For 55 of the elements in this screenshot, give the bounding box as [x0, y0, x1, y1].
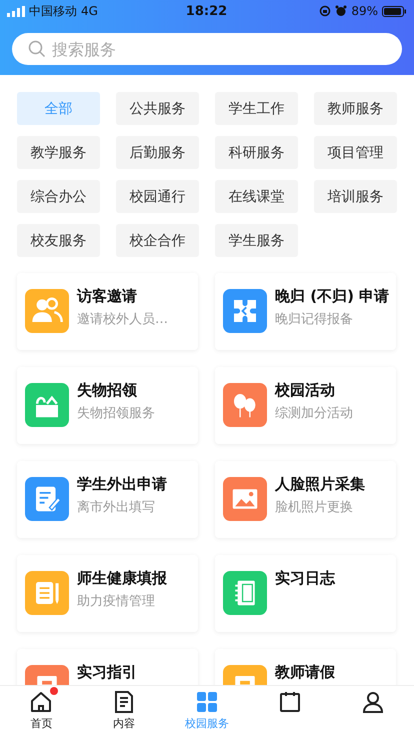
rotation-lock-icon: [319, 5, 332, 17]
category-chip[interactable]: 公共服务: [116, 92, 199, 125]
service-card[interactable]: 人脸照片采集 脸机照片更换: [215, 461, 396, 538]
category-chip[interactable]: 在线课堂: [215, 180, 298, 213]
category-chip[interactable]: 教学服务: [17, 136, 100, 169]
service-card[interactable]: 实习日志: [215, 555, 396, 632]
category-chip[interactable]: 科研服务: [215, 136, 298, 169]
service-title: 实习指引: [77, 663, 137, 682]
network-text: 4G: [81, 4, 98, 18]
service-title: 失物招领: [77, 381, 138, 400]
search-field[interactable]: 搜索服务: [12, 33, 402, 65]
search-icon: [28, 40, 46, 58]
calendar-icon: [278, 690, 302, 714]
category-chip[interactable]: 后勤服务: [116, 136, 199, 169]
category-chip[interactable]: 综合办公: [17, 180, 100, 213]
category-chip[interactable]: 校园通行: [116, 180, 199, 213]
category-chip[interactable]: 培训服务: [314, 180, 397, 213]
service-subtitle: 晚归记得报备: [275, 311, 354, 328]
category-chip[interactable]: 校企合作: [116, 224, 199, 257]
battery-icon: [382, 6, 406, 16]
category-chip[interactable]: 学生工作: [215, 92, 298, 125]
service-subtitle: 助力疫情管理: [77, 593, 156, 610]
category-chip[interactable]: 教师服务: [314, 92, 397, 125]
service-title: 实习日志: [275, 569, 335, 588]
category-chip[interactable]: 学生服务: [215, 224, 298, 257]
battery-text: 89%: [351, 4, 378, 18]
person-icon: [360, 690, 385, 714]
service-subtitle: 邀请校外人员…: [77, 311, 168, 328]
tab-item[interactable]: 首页: [0, 686, 83, 736]
tab-item[interactable]: 内容: [82, 686, 166, 736]
service-card[interactable]: 校园活动 综测加分活动: [215, 367, 396, 444]
service-title: 教师请假: [275, 663, 335, 682]
clock-text: 18:22: [186, 4, 228, 18]
service-title: 师生健康填报: [77, 569, 167, 588]
service-card[interactable]: 失物招领 失物招领服务: [17, 367, 198, 444]
service-card[interactable]: 学生外出申请 离市外出填写: [17, 461, 198, 538]
home-icon: [29, 690, 54, 714]
service-subtitle: 失物招领服务: [77, 405, 155, 422]
service-card[interactable]: 晚归 (不归) 申请 晚归记得报备: [215, 273, 396, 350]
service-subtitle: 离市外出填写: [77, 499, 156, 516]
service-title: 校园活动: [275, 381, 336, 400]
category-chip[interactable]: 校友服务: [17, 224, 100, 257]
service-subtitle: 综测加分活动: [275, 405, 353, 422]
service-title: 访客邀请: [77, 287, 138, 306]
service-title: 人脸照片采集: [275, 475, 365, 494]
service-card[interactable]: 师生健康填报 助力疫情管理: [17, 555, 198, 632]
category-chip[interactable]: 项目管理: [314, 136, 397, 169]
service-title: 学生外出申请: [77, 475, 167, 494]
alarm-icon: [335, 5, 348, 17]
grid-icon: [194, 690, 219, 714]
signal-icon: [7, 6, 25, 16]
service-card[interactable]: 访客邀请 邀请校外人员…: [17, 273, 198, 350]
service-title: 晚归 (不归) 申请: [275, 287, 390, 306]
service-subtitle: 脸机照片更换: [275, 499, 354, 516]
carrier-text: 中国移动: [29, 2, 77, 20]
